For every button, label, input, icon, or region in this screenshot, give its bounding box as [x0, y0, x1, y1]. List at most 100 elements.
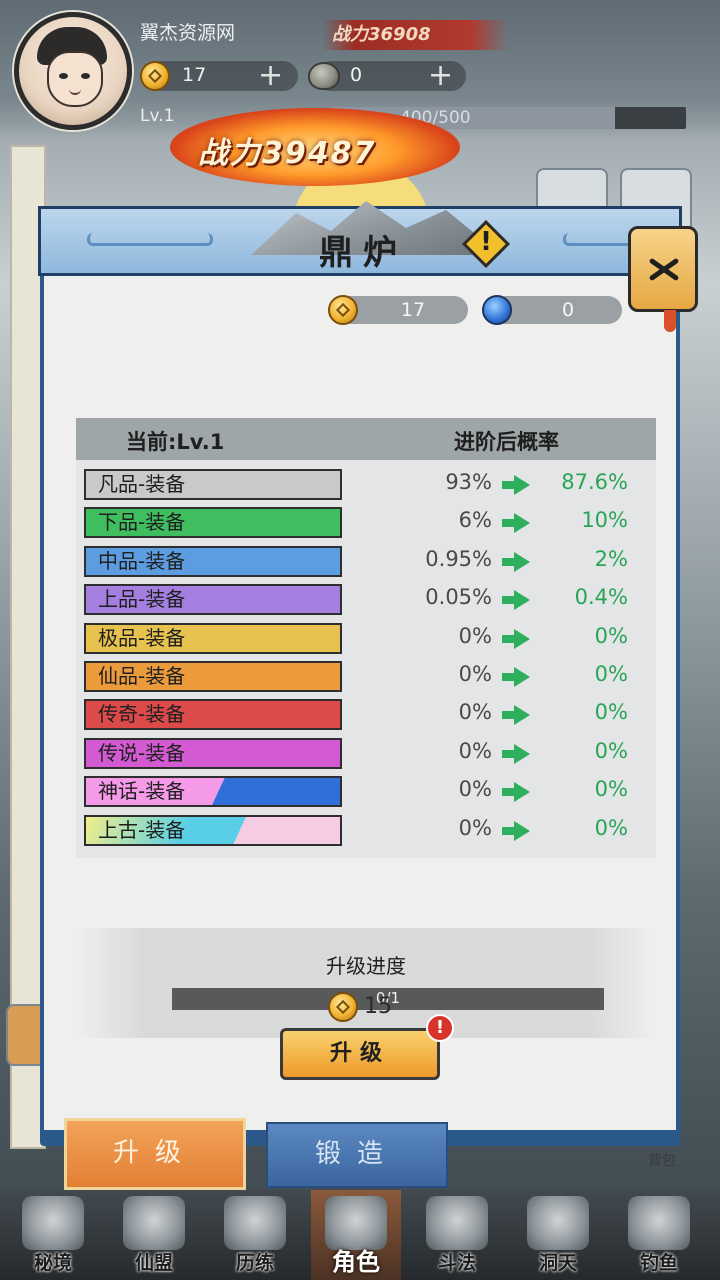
rarity-badge: 极品-装备 [84, 622, 342, 654]
player-name: 翼杰资源网 [140, 22, 236, 44]
tab-upgrade[interactable]: 升级 [64, 1118, 246, 1190]
arrow-right-icon [502, 551, 530, 572]
nav-secret-realm-icon [22, 1196, 84, 1250]
probability-row: 仙品-装备 0% 0% [76, 658, 656, 696]
arrow-head [514, 551, 530, 572]
next-probability-header: 进阶后概率 [454, 430, 559, 454]
next-probability: 87.6% [561, 470, 628, 494]
current-level-header: 当前:Lv.1 [126, 430, 225, 454]
nav-fishing[interactable]: 钓鱼 [614, 1190, 704, 1280]
upgrade-progress-panel: 升级进度 0/1 [76, 928, 656, 1038]
dialog-title: 鼎炉 [319, 233, 407, 273]
next-probability: 0.4% [574, 585, 628, 610]
avatar-eye-left [59, 73, 68, 79]
current-probability: 0% [458, 815, 492, 840]
nav-duel[interactable]: 斗法 [412, 1190, 502, 1280]
next-probability: 0% [594, 700, 628, 725]
rarity-badge: 中品-装备 [84, 545, 342, 577]
coin-icon [328, 295, 358, 325]
dialog-body: 17 0 当前:Lv.1 进阶后概率 凡品-装备 93% 87.6% 下品-装备 6% 1… [44, 276, 676, 1130]
warning-mark: ! [480, 227, 492, 257]
stone-icon [308, 62, 340, 90]
progress-title: 升级进度 [326, 954, 406, 978]
table-header: 当前:Lv.1 进阶后概率 [76, 418, 656, 460]
arrow-right-icon [502, 743, 530, 764]
dialog-header: 鼎炉 ! [38, 201, 682, 276]
player-level: Lv.1 [140, 106, 175, 126]
dialog-coin-count: 17 [400, 299, 426, 321]
furnace-dialog: 17 0 当前:Lv.1 进阶后概率 凡品-装备 93% 87.6% 下品-装备 6% 1… [38, 201, 698, 1146]
next-probability: 0% [594, 662, 628, 686]
nav-label: 历练 [235, 1252, 274, 1274]
power-big: 战力39487 [198, 136, 377, 171]
nav-duel-icon [426, 1196, 488, 1250]
nav-label: 钓鱼 [639, 1252, 678, 1274]
stone-count: 0 [350, 64, 363, 86]
avatar-mouth [69, 89, 81, 95]
nav-label: 斗法 [437, 1252, 476, 1274]
current-probability: 0.05% [425, 585, 492, 610]
arrow-right-icon [502, 705, 530, 726]
probability-row: 神话-装备 0% 0% [76, 773, 656, 811]
rarity-badge: 神话-装备 [84, 776, 342, 808]
probability-row: 极品-装备 0% 0% [76, 620, 656, 658]
current-probability: 6% [458, 508, 492, 533]
upgrade-cost: 15 [364, 994, 392, 1019]
nav-secret-realm[interactable]: 秘境 [8, 1190, 98, 1280]
next-probability: 10% [581, 508, 628, 533]
next-probability: 0% [594, 815, 628, 840]
probability-row: 传说-装备 0% 0% [76, 735, 656, 773]
current-probability: 0% [458, 623, 492, 648]
rarity-badge: 传说-装备 [84, 737, 342, 769]
arrow-head [514, 782, 530, 803]
nav-fishing-icon [628, 1196, 690, 1250]
upgrade-alert-badge: ! [426, 1014, 454, 1042]
bottom-nav: 秘境 仙盟 历练 角色 斗法 洞天 钓鱼 [0, 1190, 720, 1280]
probability-row: 中品-装备 0.95% 2% [76, 543, 656, 581]
add-stones-button[interactable]: + [428, 61, 453, 91]
rarity-badge: 下品-装备 [84, 507, 342, 539]
current-probability: 0% [458, 662, 492, 686]
nav-character[interactable]: 角色 [311, 1190, 401, 1280]
bag-label[interactable]: 背包 [648, 1150, 676, 1170]
arrow-head [514, 743, 530, 764]
cloud-ornament-left [87, 233, 213, 246]
nav-training[interactable]: 历练 [210, 1190, 300, 1280]
avatar-face [47, 51, 103, 107]
arrow-head [514, 475, 530, 495]
current-probability: 0% [458, 777, 492, 802]
next-probability: 0% [594, 738, 628, 763]
arrow-right-icon [502, 628, 530, 649]
arrow-head [514, 705, 530, 726]
tab-forge[interactable]: 锻造 [266, 1122, 448, 1188]
player-avatar[interactable] [14, 12, 132, 130]
arrow-right-icon [502, 475, 530, 495]
rarity-badge: 仙品-装备 [84, 661, 342, 692]
nav-label: 仙盟 [134, 1252, 173, 1274]
arrow-right-icon [502, 513, 530, 534]
power-small: 战力36908 [322, 20, 508, 50]
nav-alliance[interactable]: 仙盟 [109, 1190, 199, 1280]
probability-row: 下品-装备 6% 10% [76, 504, 656, 542]
next-probability: 2% [594, 546, 628, 571]
nav-label: 洞天 [538, 1252, 577, 1274]
close-button[interactable] [628, 226, 698, 312]
arrow-right-icon [502, 820, 530, 841]
add-coins-button[interactable]: + [258, 61, 283, 91]
nav-training-icon [224, 1196, 286, 1250]
probability-row: 凡品-装备 93% 87.6% [76, 466, 656, 504]
coin-count: 17 [182, 64, 207, 86]
rarity-badge: 上古-装备 [84, 814, 342, 846]
arrow-right-icon [502, 590, 530, 611]
next-probability: 0% [594, 623, 628, 648]
upgrade-button[interactable]: 升级 [280, 1028, 440, 1080]
arrow-right-icon [502, 667, 530, 687]
close-tassel [664, 310, 676, 332]
rarity-badge: 传奇-装备 [84, 699, 342, 731]
coin-icon [140, 61, 170, 91]
avatar-eye-right [81, 73, 90, 79]
arrow-head [514, 667, 530, 687]
current-probability: 0.95% [425, 546, 492, 571]
arrow-head [514, 590, 530, 611]
nav-cave[interactable]: 洞天 [513, 1190, 603, 1280]
